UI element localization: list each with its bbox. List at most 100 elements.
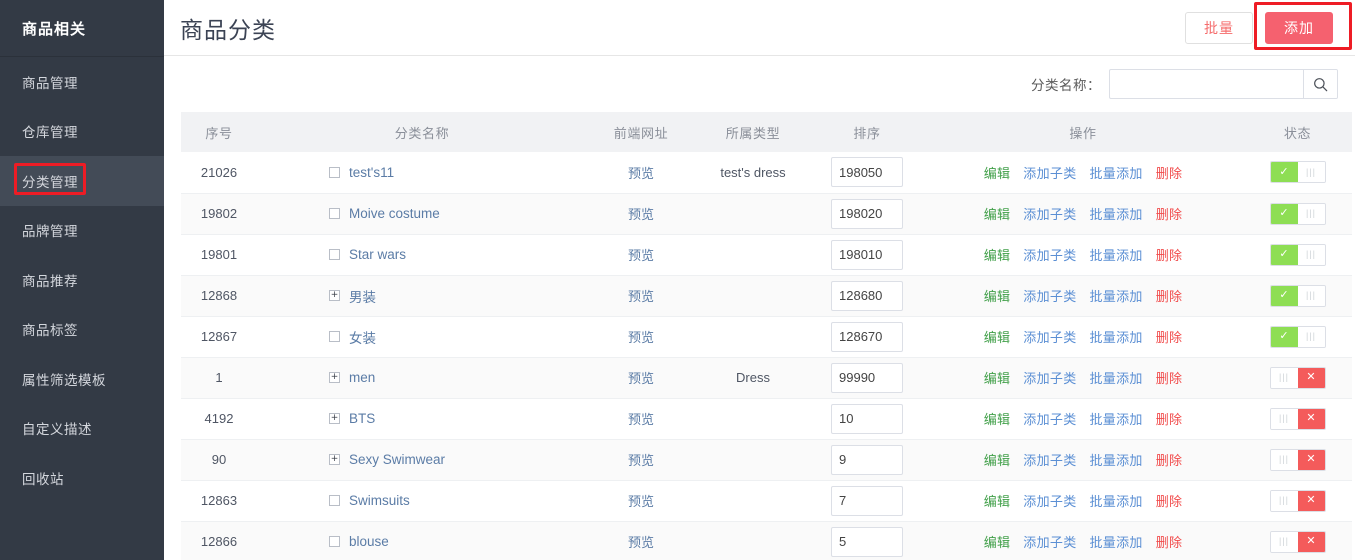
edit-link[interactable]: 编辑 — [984, 327, 1011, 346]
edit-link[interactable]: 编辑 — [984, 286, 1011, 305]
cell-sort — [811, 152, 923, 194]
add-button[interactable]: 添加 — [1265, 11, 1333, 44]
edit-link[interactable]: 编辑 — [984, 532, 1011, 551]
edit-link[interactable]: 编辑 — [984, 163, 1011, 182]
preview-link[interactable]: 预览 — [628, 535, 654, 550]
cell-name: 女装 — [257, 316, 587, 358]
add-subcategory-link[interactable]: 添加子类 — [1023, 450, 1076, 469]
category-name-link[interactable]: blouse — [349, 534, 389, 549]
status-toggle[interactable]: ||| ✕ — [1269, 530, 1326, 553]
category-name-link[interactable]: BTS — [349, 411, 375, 426]
delete-link[interactable]: 删除 — [1156, 245, 1183, 264]
batch-button[interactable]: 批量 — [1185, 11, 1253, 44]
status-toggle[interactable]: ✓ ||| — [1269, 202, 1326, 225]
batch-add-link[interactable]: 批量添加 — [1090, 327, 1143, 346]
category-name-link[interactable]: Sexy Swimwear — [349, 452, 445, 467]
tree-expand-icon[interactable]: + — [329, 290, 340, 301]
edit-link[interactable]: 编辑 — [984, 450, 1011, 469]
status-toggle[interactable]: ✓ ||| — [1269, 161, 1326, 184]
sort-order-input[interactable] — [831, 403, 903, 434]
edit-link[interactable]: 编辑 — [984, 204, 1011, 223]
add-subcategory-link[interactable]: 添加子类 — [1023, 409, 1076, 428]
category-name-link[interactable]: Swimsuits — [349, 493, 410, 508]
delete-link[interactable]: 删除 — [1156, 450, 1183, 469]
add-subcategory-link[interactable]: 添加子类 — [1023, 327, 1076, 346]
sidebar-item-4[interactable]: 品牌管理 — [0, 206, 164, 256]
add-subcategory-link[interactable]: 添加子类 — [1023, 532, 1076, 551]
edit-link[interactable]: 编辑 — [984, 368, 1011, 387]
batch-add-link[interactable]: 批量添加 — [1090, 245, 1143, 264]
delete-link[interactable]: 删除 — [1156, 204, 1183, 223]
category-name-link[interactable]: 男装 — [349, 286, 376, 306]
tree-expand-icon[interactable]: + — [329, 454, 340, 465]
batch-add-link[interactable]: 批量添加 — [1090, 491, 1143, 510]
sort-order-input[interactable] — [831, 444, 903, 475]
status-toggle[interactable]: ✓ ||| — [1269, 325, 1326, 348]
sort-order-input[interactable] — [831, 362, 903, 393]
add-subcategory-link[interactable]: 添加子类 — [1023, 204, 1076, 223]
batch-add-link[interactable]: 批量添加 — [1090, 450, 1143, 469]
sort-order-input[interactable] — [831, 157, 903, 188]
sidebar-item-2[interactable]: 仓库管理 — [0, 107, 164, 157]
tree-expand-icon[interactable]: + — [329, 413, 340, 424]
batch-add-link[interactable]: 批量添加 — [1090, 532, 1143, 551]
sidebar-item-6[interactable]: 商品标签 — [0, 305, 164, 355]
edit-link[interactable]: 编辑 — [984, 245, 1011, 264]
add-subcategory-link[interactable]: 添加子类 — [1023, 245, 1076, 264]
category-name-link[interactable]: Moive costume — [349, 206, 440, 221]
sidebar-item-5[interactable]: 商品推荐 — [0, 255, 164, 305]
batch-add-link[interactable]: 批量添加 — [1090, 204, 1143, 223]
sort-order-input[interactable] — [831, 280, 903, 311]
status-toggle[interactable]: ||| ✕ — [1269, 366, 1326, 389]
delete-link[interactable]: 删除 — [1156, 491, 1183, 510]
preview-link[interactable]: 预览 — [628, 371, 654, 386]
sort-order-input[interactable] — [831, 239, 903, 270]
sort-order-input[interactable] — [831, 198, 903, 229]
sidebar-item-9[interactable]: 回收站 — [0, 453, 164, 503]
add-subcategory-link[interactable]: 添加子类 — [1023, 163, 1076, 182]
preview-link[interactable]: 预览 — [628, 412, 654, 427]
edit-link[interactable]: 编辑 — [984, 491, 1011, 510]
delete-link[interactable]: 删除 — [1156, 368, 1183, 387]
preview-link[interactable]: 预览 — [628, 248, 654, 263]
batch-add-link[interactable]: 批量添加 — [1090, 368, 1143, 387]
sidebar-item-8[interactable]: 自定义描述 — [0, 404, 164, 454]
preview-link[interactable]: 预览 — [628, 330, 654, 345]
sort-order-input[interactable] — [831, 526, 903, 557]
category-name-link[interactable]: 女装 — [349, 327, 376, 347]
sort-order-input[interactable] — [831, 321, 903, 352]
delete-link[interactable]: 删除 — [1156, 286, 1183, 305]
search-button[interactable] — [1303, 70, 1337, 98]
delete-link[interactable]: 删除 — [1156, 409, 1183, 428]
status-toggle[interactable]: ||| ✕ — [1269, 407, 1326, 430]
category-name-link[interactable]: men — [349, 370, 375, 385]
sidebar-item-7[interactable]: 属性筛选模板 — [0, 354, 164, 404]
batch-add-link[interactable]: 批量添加 — [1090, 163, 1143, 182]
add-subcategory-link[interactable]: 添加子类 — [1023, 368, 1076, 387]
delete-link[interactable]: 删除 — [1156, 532, 1183, 551]
sidebar-item-3[interactable]: 分类管理 — [0, 156, 164, 206]
batch-add-link[interactable]: 批量添加 — [1090, 409, 1143, 428]
status-toggle[interactable]: ||| ✕ — [1269, 448, 1326, 471]
category-name-link[interactable]: Star wars — [349, 247, 406, 262]
delete-link[interactable]: 删除 — [1156, 163, 1183, 182]
preview-link[interactable]: 预览 — [628, 207, 654, 222]
status-toggle[interactable]: ✓ ||| — [1269, 243, 1326, 266]
status-toggle[interactable]: ✓ ||| — [1269, 284, 1326, 307]
add-subcategory-link[interactable]: 添加子类 — [1023, 491, 1076, 510]
category-name-link[interactable]: test's11 — [349, 165, 394, 180]
search-input[interactable] — [1110, 70, 1303, 98]
preview-link[interactable]: 预览 — [628, 289, 654, 304]
add-subcategory-link[interactable]: 添加子类 — [1023, 286, 1076, 305]
preview-link[interactable]: 预览 — [628, 166, 654, 181]
edit-link[interactable]: 编辑 — [984, 409, 1011, 428]
preview-link[interactable]: 预览 — [628, 494, 654, 509]
batch-add-link[interactable]: 批量添加 — [1090, 286, 1143, 305]
sidebar-item-1[interactable]: 商品管理 — [0, 57, 164, 107]
preview-link[interactable]: 预览 — [628, 453, 654, 468]
tree-expand-icon[interactable]: + — [329, 372, 340, 383]
sort-order-input[interactable] — [831, 485, 903, 516]
delete-link[interactable]: 删除 — [1156, 327, 1183, 346]
cell-type: Dress — [695, 357, 811, 399]
status-toggle[interactable]: ||| ✕ — [1269, 489, 1326, 512]
